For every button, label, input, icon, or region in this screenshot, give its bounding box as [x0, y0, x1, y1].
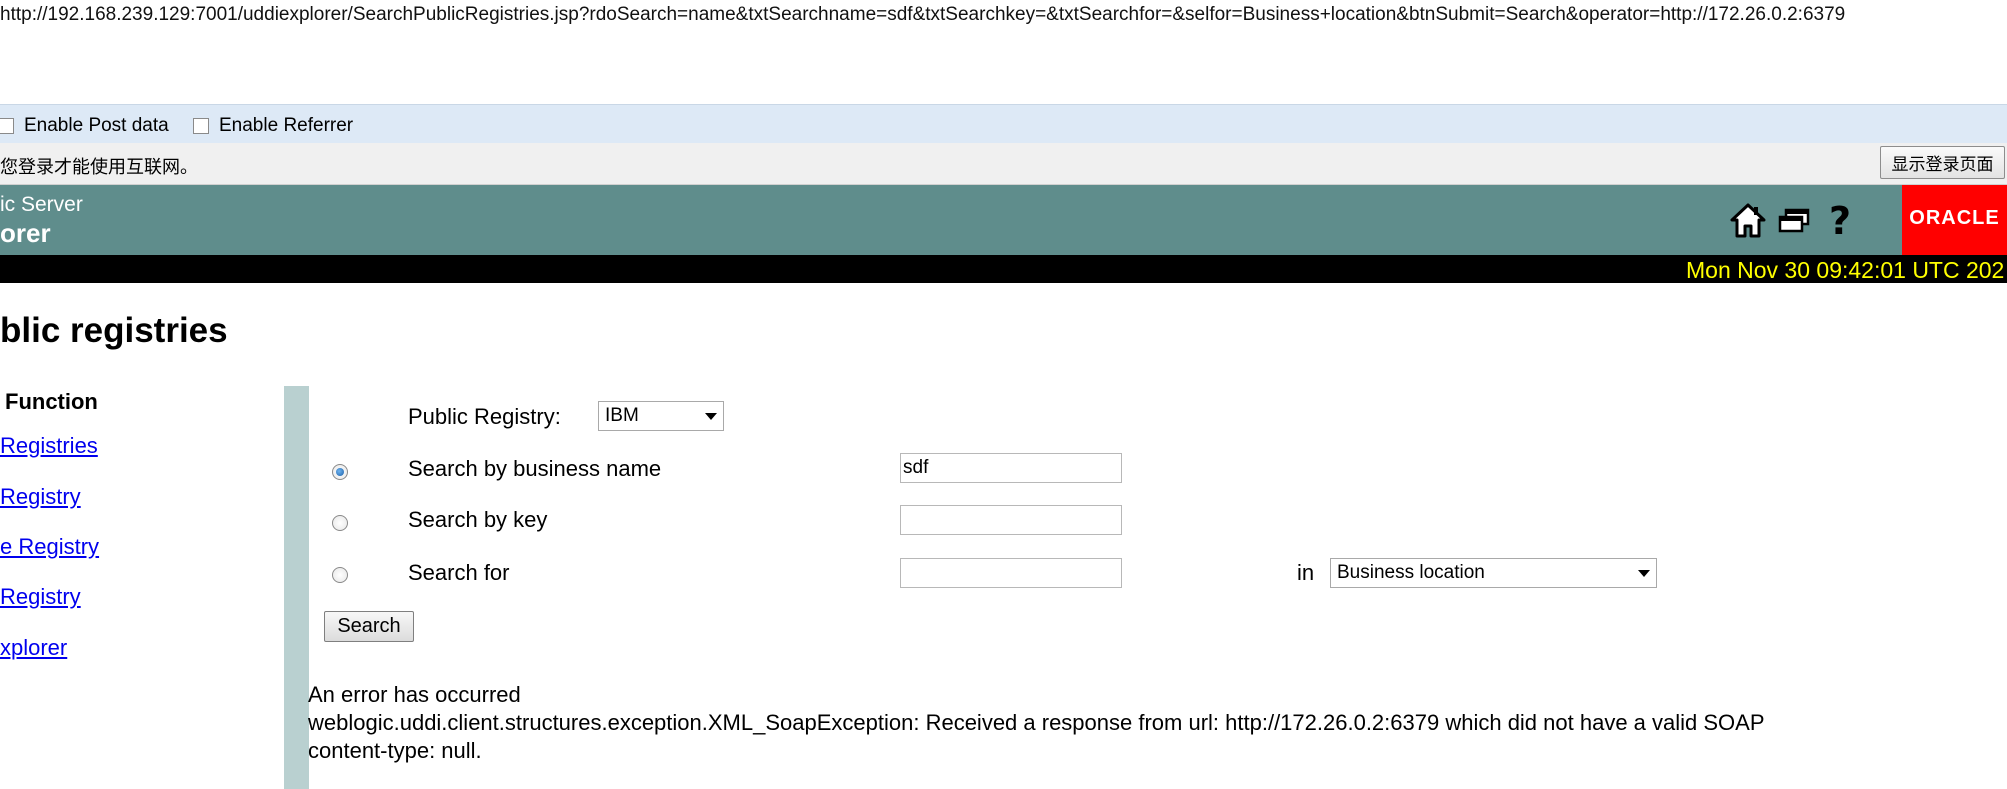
- search-for-label: Search for: [408, 560, 510, 585]
- search-for-select-value: Business location: [1337, 562, 1485, 583]
- key-input[interactable]: [900, 505, 1122, 535]
- post-data-label: Enable Post data: [24, 115, 169, 136]
- nav-link-registry-3[interactable]: Registry: [0, 584, 81, 610]
- search-for-input[interactable]: [900, 558, 1122, 588]
- nav-link-registry-2[interactable]: e Registry: [0, 534, 99, 560]
- radio-search-by-name[interactable]: [332, 464, 348, 480]
- referrer-label: Enable Referrer: [219, 115, 354, 136]
- search-by-name-label: Search by business name: [408, 456, 662, 481]
- content-divider: [284, 386, 309, 789]
- radio-search-by-key[interactable]: [332, 515, 348, 531]
- error-message: weblogic.uddi.client.structures.exceptio…: [308, 710, 1765, 735]
- search-by-key-label: Search by key: [408, 507, 548, 532]
- business-name-input[interactable]: [900, 453, 1122, 483]
- radio-search-for[interactable]: [332, 567, 348, 583]
- public-registry-select[interactable]: IBM: [598, 401, 724, 431]
- error-heading: An error has occurred: [308, 682, 521, 707]
- enable-post-option[interactable]: Enable Post data: [0, 115, 169, 137]
- search-button[interactable]: Search: [324, 611, 414, 642]
- url-text[interactable]: http://192.168.239.129:7001/uddiexplorer…: [0, 4, 1845, 26]
- nav-link-explorer[interactable]: xplorer: [0, 635, 67, 661]
- enable-referrer-option[interactable]: Enable Referrer: [193, 115, 353, 137]
- function-heading: Function: [5, 389, 98, 414]
- login-notice-text: 您登录才能使用互联网。: [0, 157, 198, 177]
- referrer-checkbox[interactable]: [193, 118, 209, 134]
- post-data-checkbox[interactable]: [0, 118, 14, 134]
- oracle-logo-text: ORACLE: [1909, 207, 2000, 229]
- in-label: in: [1297, 560, 1315, 585]
- help-icon[interactable]: ?: [1820, 199, 1860, 243]
- error-message-cont: content-type: null.: [308, 738, 482, 763]
- nav-link-registries[interactable]: Registries: [0, 433, 98, 459]
- search-for-select[interactable]: Business location: [1330, 558, 1657, 588]
- product-name: ic Server: [0, 193, 83, 216]
- nav-link-registry-1[interactable]: Registry: [0, 484, 81, 510]
- show-login-page-button[interactable]: 显示登录页面: [1880, 146, 2005, 179]
- oracle-logo: ORACLE: [1902, 185, 2007, 255]
- public-registry-label: Public Registry:: [408, 404, 561, 429]
- chevron-down-icon: [705, 412, 717, 420]
- svg-text:?: ?: [1829, 200, 1851, 240]
- login-notice-bar: 您登录才能使用互联网。: [0, 143, 2007, 185]
- date-bar: Mon Nov 30 09:42:01 UTC 202: [0, 255, 2007, 283]
- hackbar-options: Enable Post data Enable Referrer: [0, 104, 2007, 144]
- page-title: blic registries: [0, 311, 228, 350]
- product-subtitle: orer: [0, 218, 51, 248]
- address-bar[interactable]: http://192.168.239.129:7001/uddiexplorer…: [0, 0, 2007, 104]
- public-registry-value: IBM: [605, 405, 639, 426]
- product-header: ic Server orer ? ORACLE: [0, 185, 2007, 255]
- chevron-down-icon: [1638, 569, 1650, 577]
- home-icon[interactable]: [1728, 200, 1768, 240]
- server-date: Mon Nov 30 09:42:01 UTC 202: [1686, 257, 2005, 283]
- windows-icon[interactable]: [1775, 200, 1815, 240]
